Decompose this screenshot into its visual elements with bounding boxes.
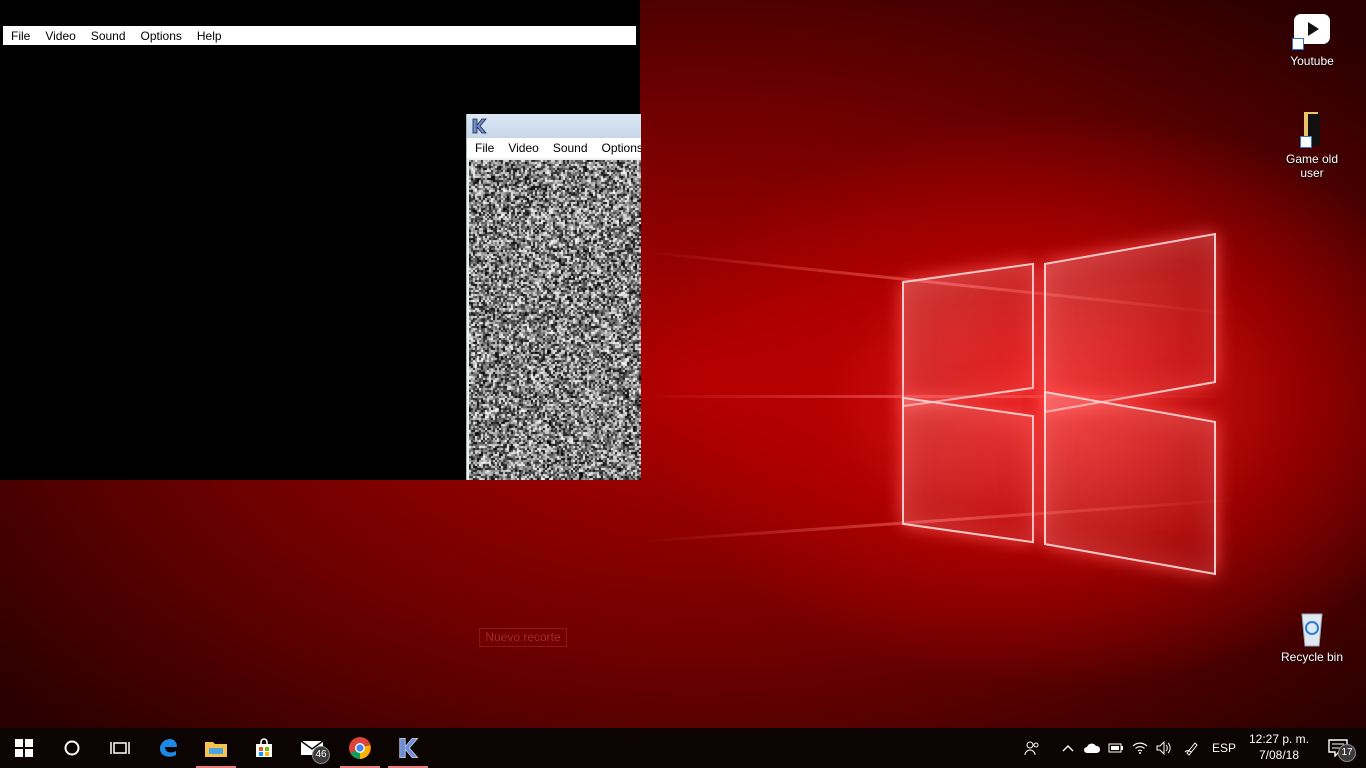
people-icon[interactable] [1020, 728, 1044, 768]
start-button[interactable] [0, 728, 48, 768]
cortana-circle-icon [64, 740, 80, 756]
youtube-icon [1292, 12, 1332, 50]
menu-file[interactable]: File [467, 141, 500, 155]
pen-workspace-icon[interactable] [1180, 728, 1204, 768]
task-view-icon [110, 742, 130, 754]
action-center-button[interactable]: 17 [1318, 728, 1358, 768]
kega-logo-icon [472, 118, 487, 134]
menu-video[interactable]: Video [500, 141, 544, 155]
emulator-second-window[interactable]: File Video Sound Options [466, 114, 641, 480]
taskbar-clock[interactable]: 12:27 p. m. 7/08/18 [1244, 731, 1314, 763]
desktop-icon-label: Game old user [1285, 152, 1339, 180]
taskbar-kega[interactable] [384, 728, 432, 768]
wifi-icon[interactable] [1128, 728, 1152, 768]
kega-logo-icon [399, 737, 419, 759]
menu-options[interactable]: Options [594, 141, 641, 155]
taskbar-store[interactable] [240, 728, 288, 768]
second-window-titlebar[interactable] [467, 114, 641, 138]
battery-icon[interactable] [1104, 728, 1128, 768]
folder-icon [1292, 110, 1332, 148]
shortcut-arrow-icon [1300, 136, 1312, 148]
search-button[interactable] [48, 728, 96, 768]
second-menubar: File Video Sound Options [467, 138, 641, 158]
task-view-button[interactable] [96, 728, 144, 768]
menu-file[interactable]: File [3, 29, 37, 43]
recycle-bin-icon [1292, 608, 1332, 647]
edge-browser-icon [160, 739, 177, 757]
notification-count-badge: 17 [1338, 744, 1356, 762]
chrome-browser-icon [349, 737, 371, 759]
taskbar-mail[interactable]: 46 [288, 728, 336, 768]
menu-sound[interactable]: Sound [545, 141, 594, 155]
main-menubar: File Video Sound Options Help [3, 26, 636, 45]
windows-logo-pane [902, 262, 1034, 408]
system-tray [1020, 728, 1204, 768]
windows-logo-pane [902, 396, 1034, 544]
desktop-icon-label: Recycle bin [1280, 650, 1344, 664]
taskbar-file-explorer[interactable] [192, 728, 240, 768]
store-bag-icon [256, 738, 272, 757]
file-explorer-icon [205, 742, 227, 757]
shortcut-arrow-icon [1292, 38, 1304, 50]
language-indicator[interactable]: ESP [1212, 741, 1236, 755]
tv-static-screen [469, 160, 641, 480]
snip-new-label[interactable]: Nuevo recorte [479, 628, 567, 647]
desktop-icon-label: Youtube [1290, 54, 1334, 68]
windows-start-icon [15, 739, 33, 757]
clock-date: 7/08/18 [1258, 748, 1300, 762]
desktop-icon-youtube[interactable]: Youtube [1274, 12, 1350, 68]
taskbar-chrome[interactable] [336, 728, 384, 768]
onedrive-cloud-icon[interactable] [1080, 728, 1104, 768]
windows-logo-pane [1044, 232, 1216, 414]
clock-time: 12:27 p. m. [1248, 732, 1310, 746]
mail-badge: 46 [312, 746, 330, 764]
chevron-up-icon[interactable] [1056, 728, 1080, 768]
menu-sound[interactable]: Sound [83, 29, 133, 43]
menu-video[interactable]: Video [37, 29, 82, 43]
volume-icon[interactable] [1152, 728, 1176, 768]
windows-logo-pane [1044, 390, 1216, 576]
desktop-icon-recycle-bin[interactable]: Recycle bin [1274, 608, 1350, 664]
desktop-icon-game-old-user[interactable]: Game old user [1274, 110, 1350, 180]
menu-options[interactable]: Options [133, 29, 189, 43]
taskbar-edge[interactable] [144, 728, 192, 768]
menu-help[interactable]: Help [189, 29, 229, 43]
